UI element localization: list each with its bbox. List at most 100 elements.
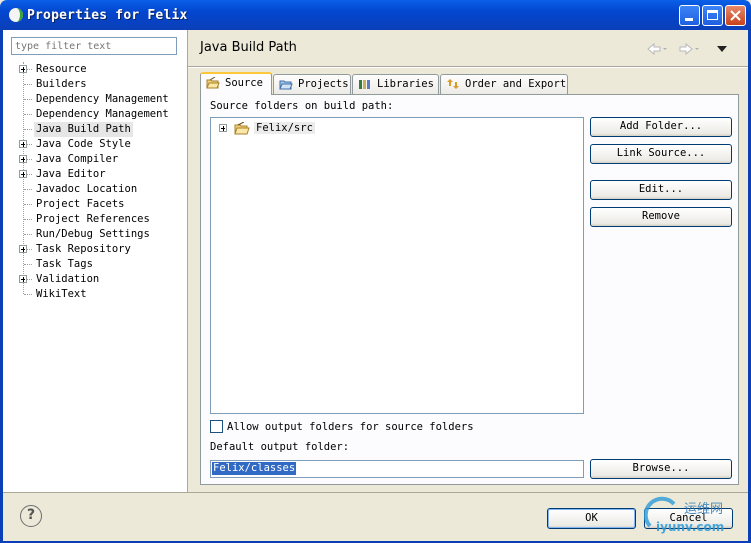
tab-projects[interactable]: Projects [273, 74, 351, 94]
tree-item-label: Run/Debug Settings [36, 228, 150, 240]
tree-item[interactable]: Task Repository [3, 242, 187, 257]
remove-button[interactable]: Remove [590, 207, 732, 227]
tree-connector [24, 294, 32, 295]
source-tab-panel: Source folders on build path: Felix/src … [200, 94, 739, 485]
libraries-icon [359, 80, 370, 89]
tree-item[interactable]: Java Editor [3, 167, 187, 182]
tree-item-label: Task Tags [36, 258, 93, 270]
page-navigation [646, 41, 736, 57]
expand-icon[interactable] [19, 170, 27, 178]
tree-item-label: Java Compiler [36, 153, 119, 165]
maximize-icon [707, 10, 718, 20]
package-folder-icon [234, 122, 250, 135]
page-pane: Java Build Path Source Projects Librarie… [188, 30, 748, 492]
tree-item-label: Java Build Path [34, 122, 133, 137]
source-folder-icon [206, 77, 220, 89]
allow-output-checkbox[interactable] [210, 420, 223, 433]
tree-item-label: Validation [36, 273, 100, 285]
maximize-button[interactable] [702, 5, 723, 26]
tree-item[interactable]: Dependency Management [3, 92, 187, 107]
tree-item-label: Java Editor [36, 168, 106, 180]
tree-item-label: Project References [36, 213, 150, 225]
tree-item[interactable]: Resource [3, 62, 187, 77]
expand-icon[interactable] [19, 155, 27, 163]
tree-item[interactable]: Task Tags [3, 257, 187, 272]
tree-connector [24, 204, 32, 205]
tree-item[interactable]: Dependency Management [3, 107, 187, 122]
tree-item[interactable]: Project References [3, 212, 187, 227]
minimize-icon [685, 18, 693, 21]
source-folder-item[interactable]: Felix/src [211, 120, 583, 136]
expand-icon[interactable] [19, 140, 27, 148]
tree-item[interactable]: Project Facets [3, 197, 187, 212]
source-folders-label: Source folders on build path: [210, 100, 394, 112]
close-button[interactable] [725, 5, 746, 26]
tab-source[interactable]: Source [200, 72, 272, 95]
tab-order-and-export[interactable]: Order and Export [440, 74, 568, 94]
watermark-text-cn: 运维网 [684, 502, 724, 517]
minimize-button[interactable] [679, 5, 700, 26]
tab-source-label: Source [225, 77, 263, 89]
tree-item-label: Dependency Management [36, 108, 169, 120]
source-folders-tree[interactable]: Felix/src [210, 117, 584, 414]
window-title: Properties for Felix [27, 8, 188, 23]
expand-icon[interactable] [19, 65, 27, 73]
ok-button[interactable]: OK [547, 508, 636, 529]
tree-connector [24, 84, 32, 85]
tree-item-label: Task Repository [36, 243, 131, 255]
expand-icon[interactable] [19, 245, 27, 253]
tree-item-label: Dependency Management [36, 93, 169, 105]
edit-button[interactable]: Edit... [590, 180, 732, 200]
default-output-label: Default output folder: [210, 441, 350, 453]
tree-item[interactable]: Javadoc Location [3, 182, 187, 197]
tree-connector [24, 129, 32, 130]
dialog-button-bar: ? OK Cancel [3, 492, 748, 541]
title-bar[interactable]: Properties for Felix [0, 0, 751, 30]
expand-icon[interactable] [19, 275, 27, 283]
tree-item[interactable]: Validation [3, 272, 187, 287]
tree-item-label: Project Facets [36, 198, 125, 210]
tree-item[interactable]: Java Code Style [3, 137, 187, 152]
tree-connector [24, 189, 32, 190]
tree-item[interactable]: Java Build Path [3, 122, 187, 137]
tree-connector [24, 234, 32, 235]
expand-icon[interactable] [219, 124, 227, 132]
tree-item-label: WikiText [36, 288, 87, 300]
close-icon [730, 10, 741, 21]
tree-item[interactable]: Java Compiler [3, 152, 187, 167]
tab-order-and-export-label: Order and Export [465, 78, 567, 90]
properties-dialog: Properties for Felix Resource Builders Dep… [0, 0, 751, 543]
filter-input[interactable] [11, 37, 177, 55]
help-icon[interactable]: ? [20, 505, 42, 527]
tab-libraries[interactable]: Libraries [352, 74, 439, 94]
tree-item[interactable]: Run/Debug Settings [3, 227, 187, 242]
tree-item[interactable]: Builders [3, 77, 187, 92]
allow-output-label: Allow output folders for source folders [227, 421, 474, 433]
tree-item-label: Java Code Style [36, 138, 131, 150]
header-separator [188, 66, 748, 68]
browse-button[interactable]: Browse... [590, 459, 732, 479]
tree-connector [24, 219, 32, 220]
order-export-icon [447, 79, 459, 89]
watermark-text-url: iyunv.com [656, 520, 725, 534]
project-folder-icon [279, 80, 293, 90]
add-folder-button[interactable]: Add Folder... [590, 117, 732, 137]
preferences-tree-pane: Resource Builders Dependency Management Dep… [3, 30, 188, 492]
default-output-value: Felix/classes [212, 462, 297, 475]
default-output-field[interactable]: Felix/classes [210, 460, 584, 478]
view-menu-icon[interactable] [716, 44, 728, 54]
page-title: Java Build Path [200, 40, 297, 55]
tree-item[interactable]: WikiText [3, 287, 187, 302]
tree-connector [24, 99, 32, 100]
tree-item-label: Javadoc Location [36, 183, 138, 195]
tree-connector [24, 114, 32, 115]
tree-item-label: Builders [36, 78, 87, 90]
source-folder-label: Felix/src [254, 122, 315, 134]
forward-arrow-icon[interactable] [678, 41, 700, 57]
tree-connector [24, 264, 32, 265]
app-icon [9, 8, 23, 22]
back-arrow-icon[interactable] [646, 41, 668, 57]
tab-libraries-label: Libraries [377, 78, 434, 90]
tab-projects-label: Projects [298, 78, 349, 90]
link-source-button[interactable]: Link Source... [590, 144, 732, 164]
